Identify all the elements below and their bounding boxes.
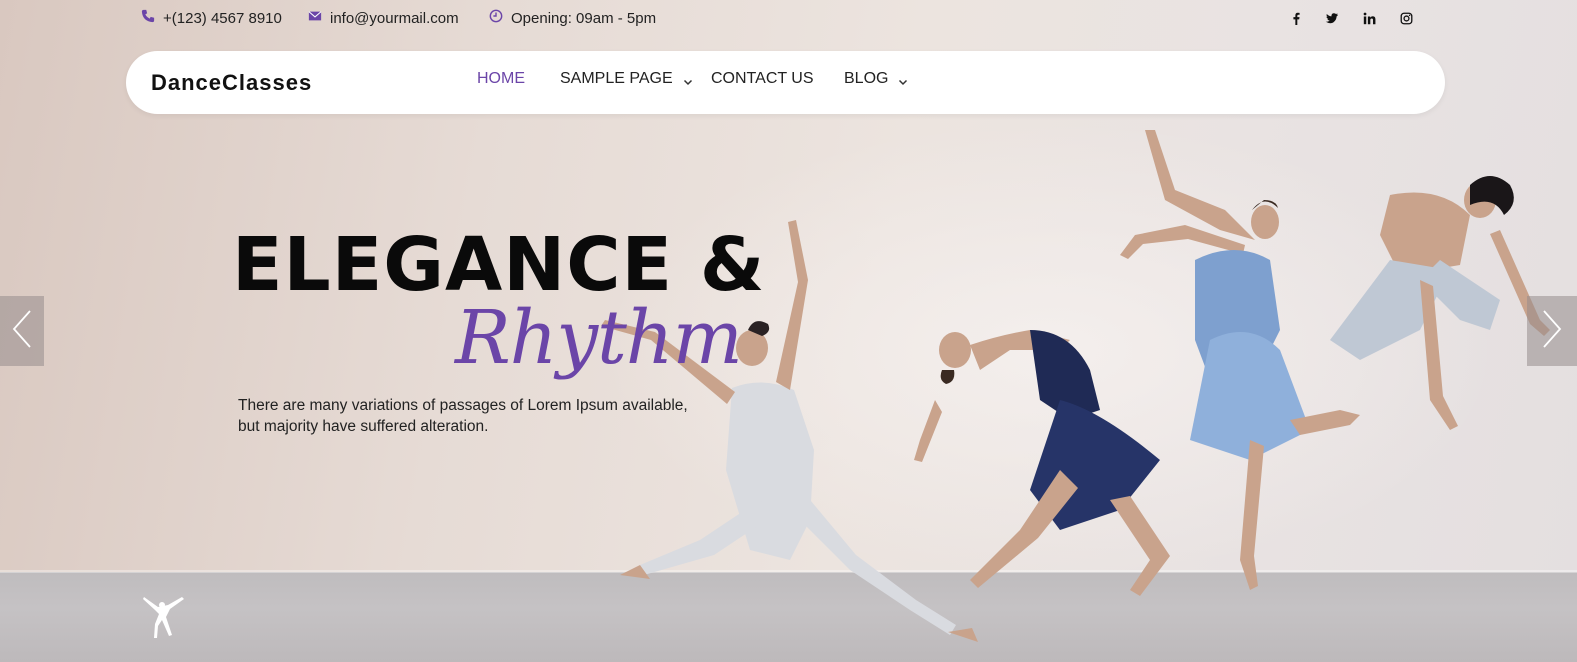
nav-item-sample-page[interactable]: SAMPLE PAGE — [560, 70, 693, 88]
stage-floor — [0, 572, 1577, 662]
chevron-down-icon — [683, 74, 693, 86]
slider-prev-button[interactable] — [0, 296, 44, 366]
nav-item-label: CONTACT US — [711, 70, 814, 87]
site-logo[interactable]: DanceClasses — [151, 70, 312, 96]
chevron-right-icon — [1541, 309, 1563, 354]
phone-contact[interactable]: +(123) 4567 8910 — [141, 9, 282, 27]
twitter-icon[interactable] — [1323, 10, 1339, 26]
chevron-down-icon — [898, 74, 908, 86]
envelope-icon — [308, 9, 322, 27]
main-navbar: DanceClasses HOME SAMPLE PAGE CONTACT US… — [126, 51, 1445, 114]
clock-icon — [489, 9, 503, 27]
nav-item-label: HOME — [477, 70, 525, 87]
hero-description: There are many variations of passages of… — [238, 395, 738, 437]
hours-text: Opening: 09am - 5pm — [511, 9, 657, 27]
chevron-left-icon — [11, 309, 33, 354]
linkedin-icon[interactable] — [1361, 10, 1377, 26]
nav-item-blog[interactable]: BLOG — [844, 70, 908, 88]
opening-hours: Opening: 09am - 5pm — [489, 9, 656, 27]
nav-item-label: SAMPLE PAGE — [560, 70, 673, 87]
hero-script-title: Rhythm — [455, 295, 743, 381]
email-contact[interactable]: info@yourmail.com — [308, 9, 459, 27]
nav-item-label: BLOG — [844, 70, 889, 87]
email-address: info@yourmail.com — [330, 9, 459, 27]
nav-item-home[interactable]: HOME — [477, 70, 525, 88]
floor-horizon — [0, 570, 1577, 573]
instagram-icon[interactable] — [1398, 10, 1414, 26]
nav-item-contact-us[interactable]: CONTACT US — [711, 70, 814, 88]
slider-next-button[interactable] — [1527, 296, 1577, 366]
top-contact-bar: +(123) 4567 8910 info@yourmail.com Openi… — [0, 0, 1577, 36]
hero-description-line: but majority have suffered alteration. — [238, 418, 489, 435]
phone-number: +(123) 4567 8910 — [163, 9, 282, 27]
facebook-icon[interactable] — [1288, 10, 1304, 26]
hero-description-line: There are many variations of passages of… — [238, 397, 688, 414]
phone-icon — [141, 9, 155, 27]
breakdancer-icon — [143, 597, 184, 638]
